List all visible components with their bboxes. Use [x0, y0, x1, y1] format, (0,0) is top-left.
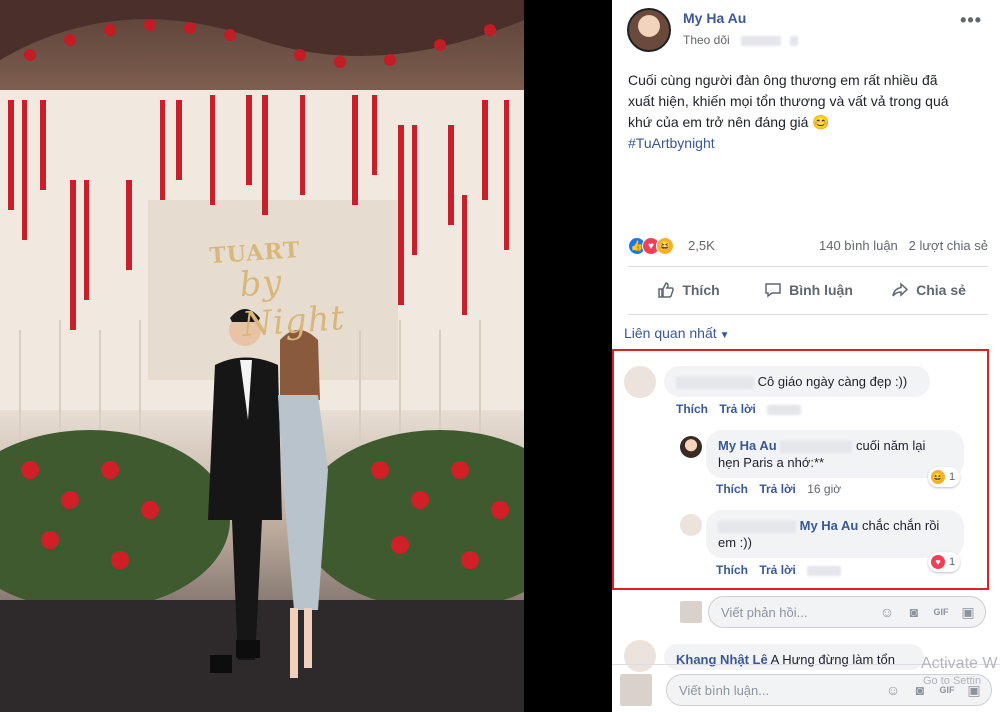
more-options-icon[interactable]: •••: [960, 10, 982, 31]
reaction-icons[interactable]: 👍 ♥ 😆: [628, 237, 674, 255]
author-name[interactable]: My Ha Au: [683, 10, 746, 26]
gif-icon[interactable]: GIF: [932, 603, 950, 621]
share-count[interactable]: 2 lượt chia sẻ: [909, 238, 988, 253]
author-avatar[interactable]: [627, 8, 671, 52]
reaction-count[interactable]: 2,5K: [688, 238, 715, 253]
post-panel: My Ha Au Theo dõi ••• Cuối cùng người đà…: [612, 0, 1000, 712]
post-text-line: xuất hiện, khiến mọi tổn thương và vất v…: [628, 93, 949, 109]
commenter-avatar[interactable]: [624, 640, 656, 672]
haha-reaction-icon: 😆: [656, 237, 674, 255]
post-text-line: Cuối cùng người đàn ông thương em rất nh…: [628, 72, 938, 88]
post-text: Cuối cùng người đàn ông thương em rất nh…: [628, 70, 988, 154]
privacy-icon: [790, 35, 799, 46]
comment-button[interactable]: Bình luận: [748, 270, 868, 310]
emoji-icon[interactable]: ☺: [878, 603, 896, 621]
reply-meta: Thích Trả lời: [716, 563, 849, 577]
comment-icon: [765, 283, 781, 298]
like-button[interactable]: Thích: [628, 270, 748, 310]
blurred-timestamp: [767, 404, 802, 415]
emoji-icon[interactable]: ☺: [884, 681, 902, 699]
reply-timestamp[interactable]: 16 giờ: [807, 482, 841, 496]
comment-bubble: Khang Nhật Lê A Hưng đừng làm tổn: [664, 644, 924, 670]
engagement-counts: 140 bình luận 2 lượt chia sẻ: [819, 238, 988, 253]
comment-like-link[interactable]: Thích: [676, 402, 708, 416]
reply-reply-link[interactable]: Trả lời: [759, 482, 796, 496]
commenter-avatar[interactable]: [624, 366, 656, 398]
camera-icon[interactable]: ◙: [905, 603, 923, 621]
reply-input-tools: ☺ ◙ GIF ▣: [878, 603, 977, 621]
comment-button-label: Bình luận: [789, 282, 853, 298]
comment-reply-link[interactable]: Trả lời: [719, 402, 756, 416]
comment-meta: Thích Trả lời: [676, 402, 809, 416]
thumbs-up-icon: [658, 282, 675, 298]
reply-author-avatar[interactable]: [680, 514, 702, 536]
blurred-timestamp: [807, 565, 842, 576]
reply-input-placeholder: Viết phản hồi...: [721, 605, 808, 620]
reply-bubble: My Ha Au chắc chắn rồi em :)): [706, 510, 964, 558]
reply-reaction-count: 1: [949, 471, 956, 483]
sticker-icon[interactable]: ▣: [959, 603, 977, 621]
reply-author-name[interactable]: My Ha Au: [718, 438, 777, 453]
watermark-line: Go to Settin: [923, 675, 982, 687]
reaction-summary: 👍 ♥ 😆 2,5K 140 bình luận 2 lượt chia sẻ: [628, 236, 988, 256]
reply-text: em :)): [718, 535, 752, 550]
watermark-line: Activate W: [921, 655, 998, 672]
hashtag-link[interactable]: #TuArtbynight: [628, 133, 988, 154]
reply-input[interactable]: Viết phản hồi... ☺ ◙ GIF ▣: [708, 596, 986, 628]
sort-label: Liên quan nhất: [624, 325, 717, 341]
reply-reaction-count: 1: [949, 556, 956, 568]
post-photo[interactable]: TUART by Night: [0, 0, 524, 712]
share-button[interactable]: Chia sẻ: [868, 270, 988, 310]
divider: [628, 266, 988, 267]
comment-bubble: Cô giáo ngày càng đẹp :)): [664, 366, 930, 397]
reply-author-avatar[interactable]: [680, 436, 702, 458]
post-text-line: khứ của em trở nên đáng giá 😊: [628, 114, 830, 130]
blurred-mention: [780, 440, 853, 453]
share-icon: [892, 282, 909, 297]
comment-count[interactable]: 140 bình luận: [819, 238, 898, 253]
post-actions: Thích Bình luận Chia sẻ: [628, 270, 988, 310]
reply-reaction-badge[interactable]: ♥ 1: [928, 552, 961, 572]
love-reaction-icon: ♥: [931, 555, 945, 569]
reply-reaction-badge[interactable]: 😆 1: [928, 467, 961, 487]
reply-text: chắc chắn rồi: [862, 518, 940, 533]
backdrop-sign: TUART by Night: [209, 233, 366, 347]
reply-like-link[interactable]: Thích: [716, 482, 748, 496]
like-button-label: Thích: [682, 282, 720, 298]
screenshot-stage: TUART by Night My Ha Au Theo dõi ••• Cuố…: [0, 0, 1000, 712]
mention-link[interactable]: My Ha Au: [800, 518, 859, 533]
follow-line: Theo dõi: [683, 33, 799, 47]
reply-reply-link[interactable]: Trả lời: [759, 563, 796, 577]
share-button-label: Chia sẻ: [916, 282, 966, 298]
os-activation-watermark: Activate W Go to Settin: [921, 655, 997, 687]
blurred-reply-author: [718, 520, 796, 533]
blurred-text: [741, 35, 782, 46]
comment-text: Cô giáo ngày càng đẹp :)): [757, 374, 908, 389]
comment-input-placeholder: Viết bình luận...: [679, 683, 770, 698]
sign-subtitle: by Night: [238, 262, 347, 346]
divider: [628, 314, 988, 315]
reply-text: cuối năm lại: [856, 438, 926, 453]
post-header: My Ha Au Theo dõi •••: [612, 0, 1000, 60]
reply-meta: Thích Trả lời 16 giờ: [716, 482, 849, 496]
follow-link[interactable]: Theo dõi: [683, 33, 730, 47]
current-user-avatar: [620, 674, 652, 706]
reply-like-link[interactable]: Thích: [716, 563, 748, 577]
reply-bubble: My Ha Au cuối năm lại hẹn Paris a nhớ:**: [706, 430, 964, 478]
comment-sort-dropdown[interactable]: Liên quan nhất ▼: [624, 325, 730, 341]
blurred-commenter-name: [676, 376, 754, 389]
reply-text: hẹn Paris a nhớ:**: [718, 455, 825, 470]
haha-reaction-icon: 😆: [931, 470, 945, 484]
photo-scene: [0, 0, 524, 712]
current-user-avatar: [680, 601, 702, 623]
caret-down-icon: ▼: [719, 330, 730, 341]
